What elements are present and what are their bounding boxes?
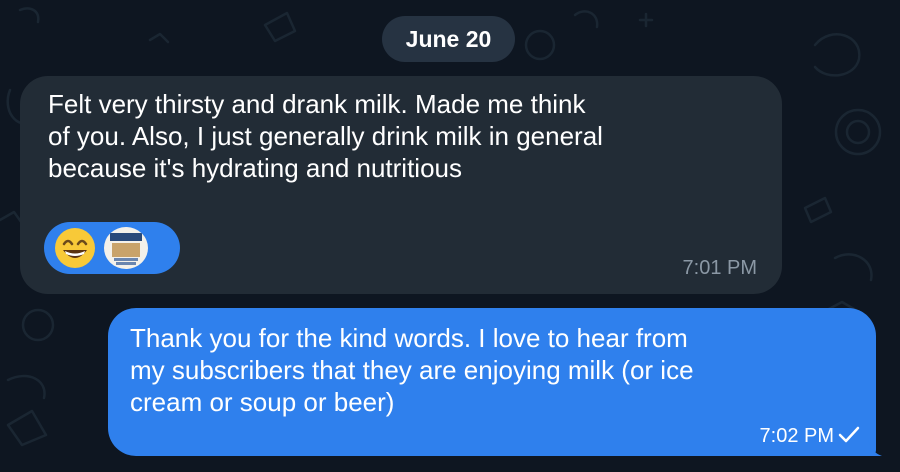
message-time: 7:02 PM [759, 425, 834, 447]
message-time: 7:01 PM [682, 257, 757, 279]
outgoing-message-bubble[interactable]: Thank you for the kind words. I love to … [108, 308, 876, 456]
incoming-message-bubble[interactable]: Felt very thirsty and drank milk. Made m… [20, 76, 782, 294]
message-text: Felt very thirsty and drank milk. Made m… [48, 89, 603, 183]
check-icon [838, 426, 860, 443]
bubble-tail [868, 438, 882, 456]
message-text: Thank you for the kind words. I love to … [130, 323, 694, 417]
milk-carton-icon [110, 233, 142, 265]
grinning-face-with-smiling-eyes-icon [55, 228, 95, 268]
date-separator: June 20 [382, 16, 515, 62]
reaction-chip[interactable] [44, 222, 180, 274]
milk-carton-avatar [104, 227, 148, 269]
